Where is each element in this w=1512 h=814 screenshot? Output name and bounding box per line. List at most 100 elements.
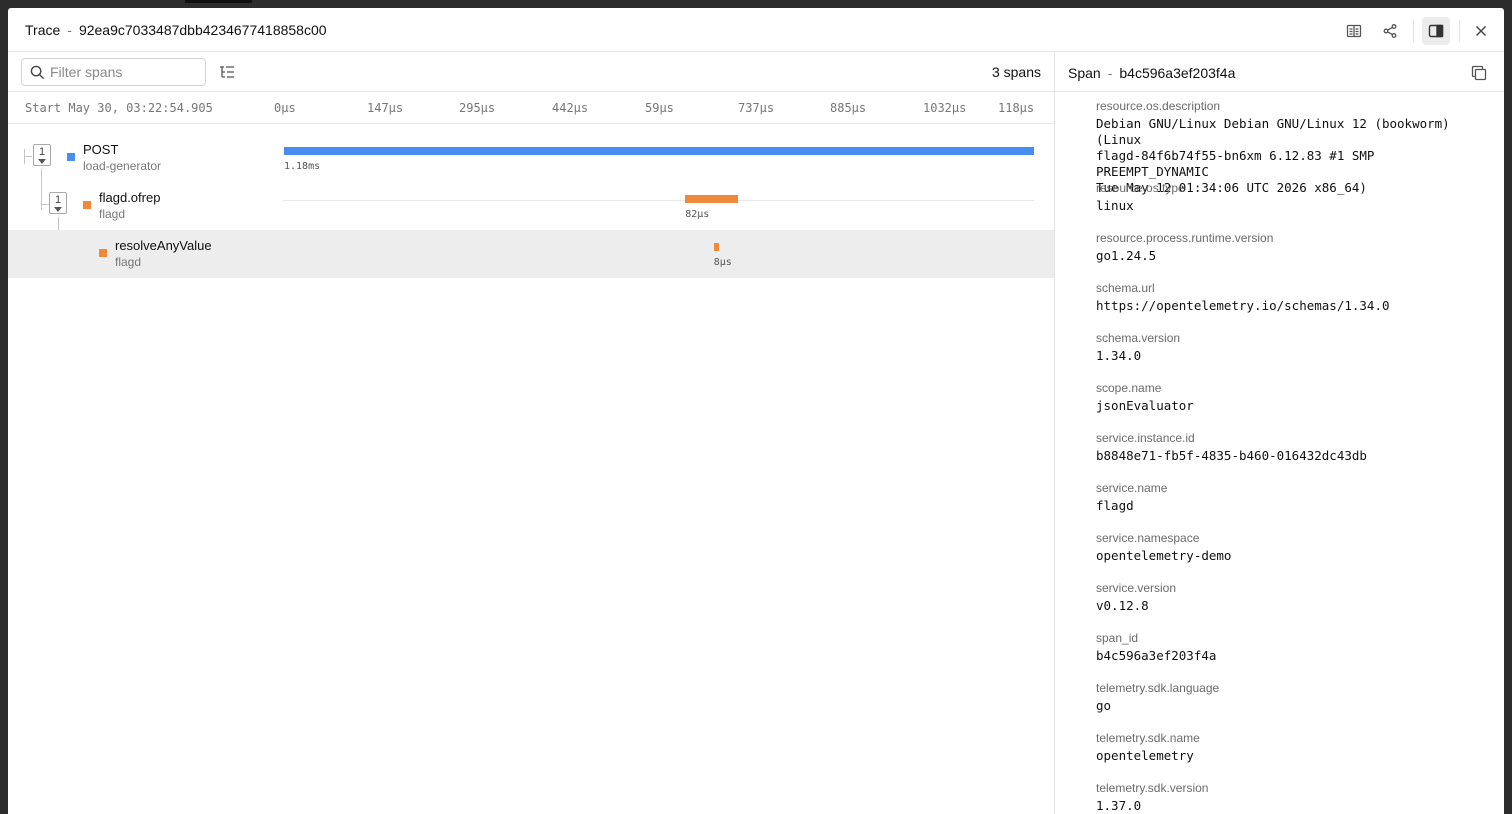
span-details-title: Span - b4c596a3ef203f4a (1068, 65, 1235, 81)
attribute-item: service.name flagd (1096, 481, 1494, 514)
filter-spans-input[interactable] (50, 62, 200, 82)
attribute-key: service.name (1096, 481, 1168, 495)
time-tick: 885µs (830, 101, 867, 115)
span-duration-label: 8µs (713, 257, 732, 268)
attribute-value: go (1096, 698, 1112, 713)
span-attributes-list: resource.os.description Debian GNU/Linux… (1055, 92, 1504, 814)
time-tick: 118µs (998, 101, 1035, 115)
tree-view-icon[interactable] (218, 63, 236, 81)
span-row-selected[interactable]: resolveAnyValue flagd 8µs (8, 230, 1054, 278)
span-name: resolveAnyValue (115, 238, 212, 253)
collapse-toggle[interactable]: 1 (49, 192, 67, 214)
trace-title-label: Trace (25, 22, 61, 38)
copy-icon[interactable] (1470, 64, 1488, 82)
filter-spans-search[interactable] (21, 58, 206, 86)
attribute-value: go1.24.5 (1096, 248, 1157, 263)
attribute-key: service.namespace (1096, 531, 1200, 545)
trace-start-time: Start May 30, 03:22:54.905 (25, 101, 213, 115)
children-count: 1 (38, 146, 46, 158)
active-tab-indicator (185, 0, 252, 3)
attribute-key: telemetry.sdk.version (1096, 781, 1209, 795)
header-divider (1459, 20, 1460, 42)
span-name: flagd.ofrep (99, 190, 161, 205)
trace-timeline-pane: 3 spans Start May 30, 03:22:54.905 0µs 1… (8, 52, 1054, 814)
span-track-line (283, 200, 1034, 201)
attribute-key: scope.name (1096, 381, 1162, 395)
span-title-label: Span (1068, 65, 1101, 81)
span-service: load-generator (83, 159, 162, 173)
trace-modal: Trace-92ea9c7033487dbb4234677418858c00 (8, 8, 1504, 814)
time-tick: 147µs (367, 101, 404, 115)
share-button[interactable] (1376, 17, 1404, 45)
attribute-key: telemetry.sdk.name (1096, 731, 1200, 745)
trace-header: Trace -92ea9c7033487dbb4234677418858c00 (8, 8, 1504, 52)
close-button[interactable] (1467, 17, 1495, 45)
attribute-key: span_id (1096, 631, 1139, 645)
attribute-key: service.instance.id (1096, 431, 1195, 445)
collapse-toggle[interactable]: 1 (33, 144, 51, 166)
attribute-key: resource.os.description (1096, 99, 1221, 113)
table-view-icon (1346, 24, 1362, 38)
service-color-swatch (83, 201, 91, 209)
close-icon (1476, 26, 1486, 36)
attribute-value: b4c596a3ef203f4a (1096, 648, 1217, 663)
attribute-value: jsonEvaluator (1096, 398, 1194, 413)
attribute-item: service.namespace opentelemetry-demo (1096, 531, 1494, 564)
span-row[interactable]: 1 flagd.ofrep flagd 82µs (8, 182, 1054, 230)
attribute-value: flagd (1096, 498, 1134, 513)
span-id: b4c596a3ef203f4a (1119, 65, 1236, 81)
attribute-key: resource.process.runtime.version (1096, 231, 1274, 245)
time-tick: 442µs (552, 101, 589, 115)
service-color-swatch (99, 249, 107, 257)
attribute-item: telemetry.sdk.version 1.37.0 (1096, 781, 1494, 814)
sidebar-panel-icon (1428, 24, 1444, 38)
attribute-item: scope.name jsonEvaluator (1096, 381, 1494, 414)
children-count: 1 (54, 194, 62, 206)
attribute-key: telemetry.sdk.language (1096, 681, 1220, 695)
timeline-header: Start May 30, 03:22:54.905 0µs 147µs 295… (8, 92, 1054, 124)
attribute-item: span_id b4c596a3ef203f4a (1096, 631, 1494, 664)
attribute-key: service.version (1096, 581, 1177, 595)
trace-id: 92ea9c7033487dbb4234677418858c00 (78, 22, 327, 38)
toggle-details-panel-button[interactable] (1422, 17, 1450, 45)
attribute-key: schema.url (1096, 281, 1155, 295)
time-tick: 737µs (738, 101, 775, 115)
attribute-value: opentelemetry-demo (1096, 548, 1232, 563)
span-details-header: Span - b4c596a3ef203f4a (1055, 52, 1504, 92)
time-tick: 1032µs (923, 101, 967, 115)
attribute-value: 1.37.0 (1096, 798, 1142, 813)
chevron-down-icon (38, 159, 46, 164)
attribute-item: schema.version 1.34.0 (1096, 331, 1494, 364)
share-icon (1383, 24, 1397, 38)
trace-title-separator: - (67, 22, 72, 38)
search-icon (30, 65, 45, 80)
attribute-value: b8848e71-fb5f-4835-b460-016432dc43db (1096, 448, 1367, 463)
attribute-key: resource.os.type (1096, 181, 1185, 195)
attribute-value: linux (1096, 198, 1134, 213)
attribute-item: resource.process.runtime.version go1.24.… (1096, 231, 1494, 264)
attribute-value: 1.34.0 (1096, 348, 1142, 363)
span-duration-label: 82µs (685, 209, 710, 220)
span-count: 3 spans (991, 64, 1041, 80)
span-row[interactable]: 1 POST load-generator 1.18ms (8, 134, 1054, 182)
attribute-item: service.instance.id b8848e71-fb5f-4835-b… (1096, 431, 1494, 464)
span-duration-bar[interactable] (284, 147, 1034, 155)
span-toolbar: 3 spans (8, 52, 1054, 92)
trace-title: Trace -92ea9c7033487dbb4234677418858c00 (25, 22, 327, 38)
attribute-key: schema.version (1096, 331, 1181, 345)
attribute-value: https://opentelemetry.io/schemas/1.34.0 (1096, 298, 1390, 313)
table-view-button[interactable] (1340, 17, 1368, 45)
span-service: flagd (115, 255, 142, 269)
attribute-item: telemetry.sdk.language go (1096, 681, 1494, 714)
attribute-value: opentelemetry (1096, 748, 1194, 763)
time-tick: 59µs (645, 101, 674, 115)
attribute-item: resource.os.type linux (1096, 181, 1494, 214)
time-tick: 295µs (459, 101, 496, 115)
attribute-item: schema.url https://opentelemetry.io/sche… (1096, 281, 1494, 314)
span-duration-bar[interactable] (713, 243, 719, 251)
span-service: flagd (99, 207, 126, 221)
attribute-item: telemetry.sdk.name opentelemetry (1096, 731, 1494, 764)
header-divider (1413, 20, 1414, 42)
attribute-item: service.version v0.12.8 (1096, 581, 1494, 614)
span-duration-bar[interactable] (685, 195, 738, 203)
